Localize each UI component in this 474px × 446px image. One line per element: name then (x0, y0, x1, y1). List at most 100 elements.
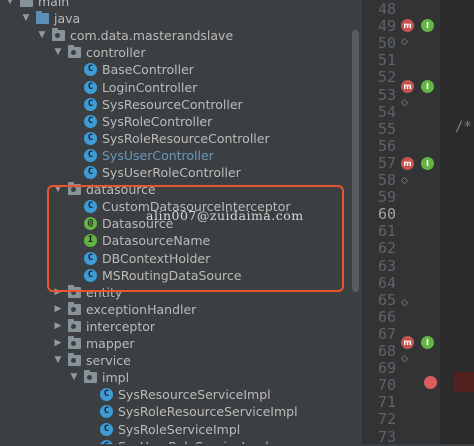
package-dot (87, 375, 92, 381)
package-dot (55, 33, 60, 39)
tree-item-label: SysRoleServiceImpl (118, 421, 241, 437)
tree-item-label: java (54, 11, 81, 27)
tree-item-label: SysUserRoleServiceImpl (118, 438, 269, 444)
line-number: 73 (377, 427, 396, 446)
tree-item-label: SysUserController (102, 147, 214, 163)
tree-item-main[interactable]: ▼ main (4, 0, 69, 10)
chevron-down-icon[interactable]: ▼ (52, 352, 64, 369)
tree-item-sysrolecontroller[interactable]: C SysRoleController (84, 113, 212, 130)
fold-icon[interactable]: ◇ (401, 98, 408, 108)
tree-item-sysroleresourcecontroller[interactable]: C SysRoleResourceController (84, 130, 270, 147)
line-number: 50 (377, 34, 396, 53)
tree-item-exceptionhandler[interactable]: ▶ exceptionHandler (52, 301, 196, 318)
line-number: 54 (377, 102, 396, 121)
chevron-down-icon[interactable]: ▼ (36, 27, 48, 44)
package-dot (71, 306, 76, 312)
chevron-down-icon[interactable]: ▼ (68, 369, 80, 386)
line-number: 60 (377, 205, 396, 224)
tree-item-label: interceptor (86, 318, 156, 334)
tree-item-java[interactable]: ▼ java (20, 10, 80, 27)
tree-item-logincontroller[interactable]: C LoginController (84, 79, 197, 96)
package-dot (71, 341, 76, 346)
tree-item-basecontroller[interactable]: C BaseController (84, 61, 194, 78)
implement-arrow-icon[interactable]: I (421, 157, 434, 170)
line-number: 64 (377, 273, 396, 292)
chevron-down-icon[interactable]: ▼ (20, 10, 32, 27)
class-icon: C (84, 148, 97, 162)
method-override-icon[interactable]: m (401, 80, 414, 93)
chevron-right-icon[interactable]: ▶ (52, 301, 64, 318)
method-override-icon[interactable]: m (401, 336, 414, 349)
tree-item-label: SysRoleResourceController (102, 130, 270, 146)
tree-item-interceptor[interactable]: ▶ interceptor (52, 318, 155, 335)
class-icon: C (84, 80, 97, 94)
fold-icon[interactable]: ◇ (401, 298, 408, 308)
line-number: 62 (377, 239, 396, 258)
method-override-icon[interactable]: m (401, 157, 414, 170)
class-icon: C (100, 439, 113, 444)
package-dot (71, 323, 76, 329)
tree-item-impl[interactable]: ▼ impl (68, 369, 129, 386)
implement-arrow-icon[interactable]: I (421, 19, 434, 32)
tree-item-sysuserroleserviceimpl[interactable]: C SysUserRoleServiceImpl (100, 438, 269, 444)
folder-icon (36, 11, 49, 25)
tree-item-mapper[interactable]: ▶ mapper (52, 335, 135, 352)
method-override-icon[interactable]: m (401, 19, 414, 32)
package-icon (68, 45, 81, 59)
chevron-right-icon[interactable]: ▶ (52, 318, 64, 335)
line-number: 71 (377, 393, 396, 412)
tree-item-controller[interactable]: ▼ controller (52, 44, 146, 61)
watermark: alin007@zuidaima.com (146, 208, 304, 223)
implement-arrow-icon[interactable]: I (421, 336, 434, 349)
chevron-down-icon[interactable]: ▼ (4, 0, 16, 10)
tree-item-label: SysRoleResourceServiceImpl (118, 404, 298, 420)
implement-arrow-icon[interactable]: I (421, 80, 434, 93)
highlight-annotation-box (47, 185, 344, 292)
line-number: 56 (377, 136, 396, 155)
line-number: 65 (377, 290, 396, 309)
class-icon: C (84, 166, 97, 179)
class-icon: C (84, 114, 97, 128)
package-icon (84, 370, 97, 384)
chevron-down-icon[interactable]: ▼ (52, 44, 64, 61)
tree-item-sysroleresourceserviceimpl[interactable]: C SysRoleResourceServiceImpl (100, 403, 298, 420)
tree-item-sysresourceserviceimpl[interactable]: C SysResourceServiceImpl (100, 386, 271, 403)
line-number: 66 (377, 307, 396, 326)
class-icon: C (100, 422, 113, 436)
class-icon: C (100, 405, 113, 419)
line-number: 57 (377, 153, 396, 172)
tree-item-sysresourcecontroller[interactable]: C SysResourceController (84, 96, 243, 113)
line-number: 68 (377, 342, 396, 360)
tree-item-label: impl (102, 370, 130, 386)
line-number: 67 (377, 324, 396, 343)
tree-item-sysroleserviceimpl[interactable]: C SysRoleServiceImpl (100, 421, 240, 438)
fold-icon[interactable]: ◇ (401, 354, 408, 364)
fold-icon[interactable]: ◇ (401, 37, 408, 47)
tree-item-label: mapper (86, 336, 135, 351)
line-number: 51 (377, 51, 396, 70)
code-comment: /* (455, 119, 472, 135)
tree-item-sysuserrolecontroller[interactable]: C SysUserRoleController (84, 164, 241, 181)
line-number: 63 (377, 256, 396, 275)
line-number: 53 (377, 85, 396, 104)
tree-item-label: SysResourceController (102, 96, 243, 112)
tree-item-sysusercontroller[interactable]: C SysUserController (84, 147, 214, 164)
tree-item-label: SysRoleController (102, 113, 213, 129)
class-icon: C (84, 63, 97, 77)
tree-item-label: com.data.masterandslave (70, 28, 234, 44)
breakpoint-icon[interactable] (424, 376, 437, 389)
package-icon (68, 336, 81, 349)
line-number: 48 (377, 0, 396, 18)
class-icon: C (84, 97, 97, 111)
chevron-right-icon[interactable]: ▶ (52, 335, 64, 352)
tree-item-com-data-masterandslave[interactable]: ▼ com.data.masterandslave (36, 27, 233, 44)
fold-icon[interactable]: ◇ (401, 176, 408, 186)
line-number: 58 (377, 171, 396, 189)
class-icon: C (100, 388, 113, 402)
tree-item-label: exceptionHandler (86, 301, 197, 317)
tree-scrollbar[interactable] (352, 30, 359, 292)
package-icon (68, 353, 81, 367)
tree-item-service[interactable]: ▼ service (52, 352, 131, 369)
package-icon (68, 301, 81, 315)
line-number: 49 (377, 17, 396, 36)
